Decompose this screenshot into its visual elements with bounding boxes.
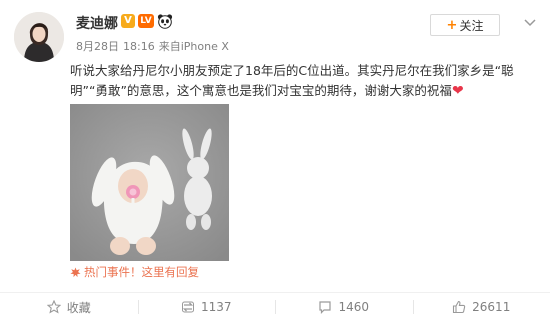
follow-label: 关注 bbox=[459, 17, 483, 34]
repost-count: 1137 bbox=[201, 300, 232, 314]
thumbs-up-icon bbox=[452, 300, 466, 314]
post-text-line-2: 明”“勇敢”的意思，这个寓意也是我们对宝宝的期待，谢谢大家的祝福 bbox=[70, 83, 452, 98]
like-count: 26611 bbox=[472, 300, 510, 314]
post-text: 听说大家给丹尼尔小朋友预定了18年后的C位出道。其实丹尼尔在我们家乡是“聪 明”… bbox=[70, 61, 540, 101]
weibo-post-card: 麦迪娜 V LV 8月28日 18:16 来自iPhone X + 关注 听说大家给… bbox=[0, 0, 550, 320]
post-text-line-1: 听说大家给丹尼尔小朋友预定了18年后的C位出道。其实丹尼尔在我们家乡是“聪 bbox=[70, 61, 540, 81]
comment-count: 1460 bbox=[338, 300, 369, 314]
more-options-button[interactable] bbox=[522, 15, 538, 31]
comment-button[interactable]: 1460 bbox=[275, 293, 413, 321]
favorite-label: 收藏 bbox=[67, 299, 91, 316]
panda-icon[interactable] bbox=[157, 13, 173, 29]
plus-icon: + bbox=[447, 18, 458, 33]
level-badge-icon[interactable]: LV bbox=[138, 14, 154, 28]
post-meta: 8月28日 18:16 来自iPhone X bbox=[76, 38, 233, 54]
post-photo[interactable] bbox=[70, 104, 229, 261]
post-time[interactable]: 18:16 bbox=[123, 40, 155, 53]
repost-icon bbox=[181, 300, 195, 314]
user-avatar[interactable] bbox=[14, 12, 64, 62]
hot-topic-link[interactable]: 热门事件！这里有回复 bbox=[70, 264, 199, 280]
post-source[interactable]: iPhone X bbox=[181, 40, 229, 53]
favorite-button[interactable]: 收藏 bbox=[0, 293, 138, 321]
star-icon bbox=[47, 300, 61, 314]
post-date[interactable]: 8月28日 bbox=[76, 40, 119, 53]
comment-icon bbox=[318, 300, 332, 314]
repost-button[interactable]: 1137 bbox=[138, 293, 276, 321]
chevron-down-icon bbox=[524, 19, 536, 27]
follow-button[interactable]: + 关注 bbox=[430, 14, 500, 36]
username[interactable]: 麦迪娜 bbox=[76, 13, 118, 33]
like-button[interactable]: 26611 bbox=[413, 293, 550, 321]
action-bar: 收藏 1137 1460 26611 bbox=[0, 292, 550, 321]
user-badges: V LV bbox=[121, 13, 173, 29]
heart-emoji-icon: ❤ bbox=[452, 83, 464, 99]
fire-icon bbox=[70, 267, 81, 278]
verified-badge-icon[interactable]: V bbox=[121, 14, 135, 28]
post-source-prefix: 来自 bbox=[159, 40, 181, 53]
hot-topic-label: 热门事件！这里有回复 bbox=[84, 264, 199, 280]
